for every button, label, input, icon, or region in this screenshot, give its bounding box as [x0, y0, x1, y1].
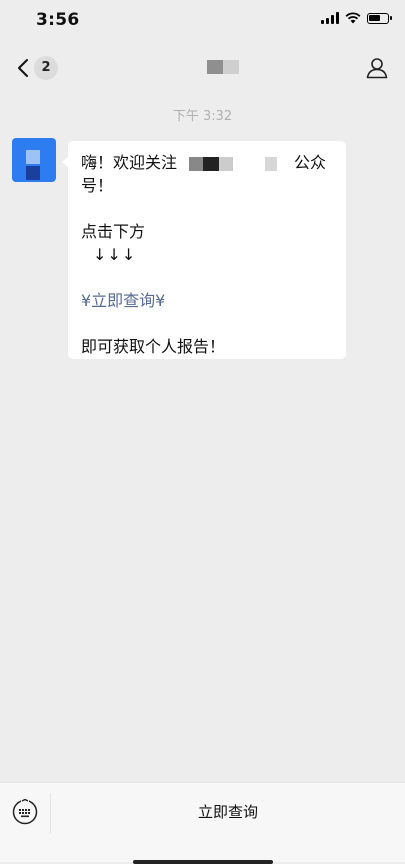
- battery-icon: [367, 12, 392, 24]
- message-line-2: 号！: [81, 176, 114, 195]
- message-greeting: 嗨！欢迎关注: [81, 153, 178, 172]
- status-time: 3:56: [36, 10, 80, 30]
- chat-title-redacted: [207, 60, 239, 74]
- cellular-signal-icon: [321, 12, 339, 24]
- nav-bar: 2: [0, 44, 405, 92]
- unread-count-badge[interactable]: 2: [34, 56, 58, 80]
- bottom-menu-bar: 立即查询: [0, 782, 405, 864]
- status-icons: [321, 12, 392, 24]
- keyboard-toggle-icon[interactable]: [12, 799, 38, 825]
- profile-icon[interactable]: [365, 56, 389, 80]
- message-line-1: 嗨！欢迎关注 公众: [81, 151, 334, 174]
- message-greeting-end: 公众: [294, 153, 327, 172]
- back-chevron-icon[interactable]: [14, 57, 32, 79]
- message-bubble: 嗨！欢迎关注 公众 号！ 点击下方 ↓↓↓ ¥立即查询¥ 即可获取个人报告！: [62, 141, 346, 359]
- message-timestamp: 下午 3:32: [172, 109, 233, 124]
- redacted-name: [177, 156, 290, 171]
- message-line-3: 点击下方: [81, 222, 146, 241]
- down-arrows: ↓↓↓: [93, 245, 137, 264]
- query-link[interactable]: ¥立即查询¥: [81, 289, 334, 312]
- message-line-6: 即可获取个人报告！: [81, 337, 226, 356]
- home-indicator: [133, 860, 273, 864]
- avatar[interactable]: [12, 138, 56, 182]
- menu-button-query[interactable]: 立即查询: [51, 791, 405, 833]
- wifi-icon: [345, 12, 361, 24]
- status-bar: 3:56: [0, 0, 405, 44]
